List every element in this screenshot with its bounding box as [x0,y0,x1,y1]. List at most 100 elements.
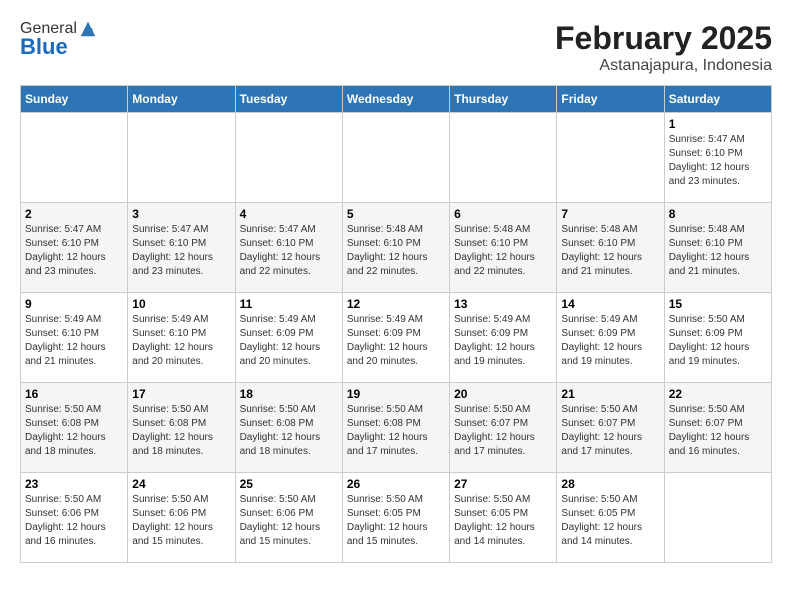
weekday-header-wednesday: Wednesday [342,86,449,113]
day-info: Sunrise: 5:49 AMSunset: 6:09 PMDaylight:… [561,313,659,369]
weekday-header-row: SundayMondayTuesdayWednesdayThursdayFrid… [21,86,772,113]
calendar-cell [21,113,128,203]
day-info: Sunrise: 5:50 AMSunset: 6:06 PMDaylight:… [25,493,123,549]
day-number: 10 [132,297,230,311]
day-info: Sunrise: 5:48 AMSunset: 6:10 PMDaylight:… [347,223,445,279]
day-info: Sunrise: 5:47 AMSunset: 6:10 PMDaylight:… [240,223,338,279]
day-info: Sunrise: 5:50 AMSunset: 6:08 PMDaylight:… [240,403,338,459]
calendar-cell: 2 Sunrise: 5:47 AMSunset: 6:10 PMDaylight… [21,203,128,293]
calendar-cell: 1 Sunrise: 5:47 AMSunset: 6:10 PMDaylight… [664,113,771,203]
calendar-cell: 28 Sunrise: 5:50 AMSunset: 6:05 PMDayligh… [557,473,664,563]
day-number: 16 [25,387,123,401]
day-info: Sunrise: 5:49 AMSunset: 6:10 PMDaylight:… [25,313,123,369]
day-number: 4 [240,207,338,221]
weekday-header-saturday: Saturday [664,86,771,113]
logo-icon [79,20,97,38]
title-block: February 2025 Astanajapura, Indonesia [555,20,772,75]
day-number: 2 [25,207,123,221]
calendar-cell: 7 Sunrise: 5:48 AMSunset: 6:10 PMDaylight… [557,203,664,293]
weekday-header-thursday: Thursday [450,86,557,113]
day-info: Sunrise: 5:50 AMSunset: 6:08 PMDaylight:… [347,403,445,459]
calendar-cell: 16 Sunrise: 5:50 AMSunset: 6:08 PMDayligh… [21,383,128,473]
day-number: 24 [132,477,230,491]
day-number: 8 [669,207,767,221]
day-info: Sunrise: 5:50 AMSunset: 6:08 PMDaylight:… [25,403,123,459]
calendar-cell: 23Sunrise: 5:50 AMSunset: 6:06 PMDayligh… [21,473,128,563]
day-info: Sunrise: 5:48 AMSunset: 6:10 PMDaylight:… [669,223,767,279]
day-number: 28 [561,477,659,491]
day-info: Sunrise: 5:50 AMSunset: 6:08 PMDaylight:… [132,403,230,459]
calendar-week-5: 23Sunrise: 5:50 AMSunset: 6:06 PMDayligh… [21,473,772,563]
day-info: Sunrise: 5:49 AMSunset: 6:10 PMDaylight:… [132,313,230,369]
day-info: Sunrise: 5:50 AMSunset: 6:07 PMDaylight:… [454,403,552,459]
calendar-cell: 8 Sunrise: 5:48 AMSunset: 6:10 PMDaylight… [664,203,771,293]
day-info: Sunrise: 5:50 AMSunset: 6:06 PMDaylight:… [132,493,230,549]
day-number: 26 [347,477,445,491]
calendar-cell: 25 Sunrise: 5:50 AMSunset: 6:06 PMDayligh… [235,473,342,563]
day-number: 25 [240,477,338,491]
day-number: 6 [454,207,552,221]
calendar-cell: 27 Sunrise: 5:50 AMSunset: 6:05 PMDayligh… [450,473,557,563]
calendar-week-1: 1 Sunrise: 5:47 AMSunset: 6:10 PMDaylight… [21,113,772,203]
day-number: 19 [347,387,445,401]
weekday-header-monday: Monday [128,86,235,113]
day-number: 13 [454,297,552,311]
day-number: 14 [561,297,659,311]
day-number: 9 [25,297,123,311]
calendar-week-3: 9 Sunrise: 5:49 AMSunset: 6:10 PMDaylight… [21,293,772,383]
day-info: Sunrise: 5:48 AMSunset: 6:10 PMDaylight:… [454,223,552,279]
calendar-cell: 9 Sunrise: 5:49 AMSunset: 6:10 PMDaylight… [21,293,128,383]
day-number: 7 [561,207,659,221]
day-info: Sunrise: 5:50 AMSunset: 6:09 PMDaylight:… [669,313,767,369]
day-info: Sunrise: 5:50 AMSunset: 6:05 PMDaylight:… [561,493,659,549]
day-info: Sunrise: 5:47 AMSunset: 6:10 PMDaylight:… [132,223,230,279]
calendar-cell: 10 Sunrise: 5:49 AMSunset: 6:10 PMDayligh… [128,293,235,383]
day-number: 18 [240,387,338,401]
day-info: Sunrise: 5:49 AMSunset: 6:09 PMDaylight:… [240,313,338,369]
calendar-cell [557,113,664,203]
weekday-header-tuesday: Tuesday [235,86,342,113]
calendar-cell [664,473,771,563]
day-number: 27 [454,477,552,491]
weekday-header-friday: Friday [557,86,664,113]
calendar-cell: 21 Sunrise: 5:50 AMSunset: 6:07 PMDayligh… [557,383,664,473]
weekday-header-sunday: Sunday [21,86,128,113]
day-number: 12 [347,297,445,311]
calendar-cell: 12 Sunrise: 5:49 AMSunset: 6:09 PMDayligh… [342,293,449,383]
day-info: Sunrise: 5:50 AMSunset: 6:06 PMDaylight:… [240,493,338,549]
calendar-cell: 14 Sunrise: 5:49 AMSunset: 6:09 PMDayligh… [557,293,664,383]
day-info: Sunrise: 5:50 AMSunset: 6:05 PMDaylight:… [454,493,552,549]
calendar-cell [235,113,342,203]
day-info: Sunrise: 5:50 AMSunset: 6:05 PMDaylight:… [347,493,445,549]
calendar-cell: 3Sunrise: 5:47 AMSunset: 6:10 PMDaylight… [128,203,235,293]
calendar-cell: 18 Sunrise: 5:50 AMSunset: 6:08 PMDayligh… [235,383,342,473]
calendar-cell: 26 Sunrise: 5:50 AMSunset: 6:05 PMDayligh… [342,473,449,563]
calendar-cell: 11Sunrise: 5:49 AMSunset: 6:09 PMDayligh… [235,293,342,383]
calendar-cell: 5 Sunrise: 5:48 AMSunset: 6:10 PMDaylight… [342,203,449,293]
calendar-cell: 6 Sunrise: 5:48 AMSunset: 6:10 PMDaylight… [450,203,557,293]
day-number: 15 [669,297,767,311]
day-info: Sunrise: 5:50 AMSunset: 6:07 PMDaylight:… [561,403,659,459]
calendar-week-4: 16 Sunrise: 5:50 AMSunset: 6:08 PMDayligh… [21,383,772,473]
calendar-cell: 19 Sunrise: 5:50 AMSunset: 6:08 PMDayligh… [342,383,449,473]
calendar-cell: 4 Sunrise: 5:47 AMSunset: 6:10 PMDaylight… [235,203,342,293]
day-info: Sunrise: 5:47 AMSunset: 6:10 PMDaylight:… [25,223,123,279]
day-number: 5 [347,207,445,221]
day-info: Sunrise: 5:50 AMSunset: 6:07 PMDaylight:… [669,403,767,459]
day-info: Sunrise: 5:47 AMSunset: 6:10 PMDaylight:… [669,133,767,189]
calendar-table: SundayMondayTuesdayWednesdayThursdayFrid… [20,85,772,563]
calendar-week-2: 2 Sunrise: 5:47 AMSunset: 6:10 PMDaylight… [21,203,772,293]
day-number: 17 [132,387,230,401]
day-number: 20 [454,387,552,401]
calendar-cell: 17 Sunrise: 5:50 AMSunset: 6:08 PMDayligh… [128,383,235,473]
calendar-cell: 13Sunrise: 5:49 AMSunset: 6:09 PMDayligh… [450,293,557,383]
day-number: 1 [669,117,767,131]
day-info: Sunrise: 5:49 AMSunset: 6:09 PMDaylight:… [347,313,445,369]
calendar-cell [128,113,235,203]
logo: General Blue [20,20,97,60]
day-info: Sunrise: 5:48 AMSunset: 6:10 PMDaylight:… [561,223,659,279]
calendar-cell [450,113,557,203]
day-number: 21 [561,387,659,401]
page-title: February 2025 [555,20,772,57]
page-header: General Blue February 2025 Astanajapura,… [20,20,772,75]
